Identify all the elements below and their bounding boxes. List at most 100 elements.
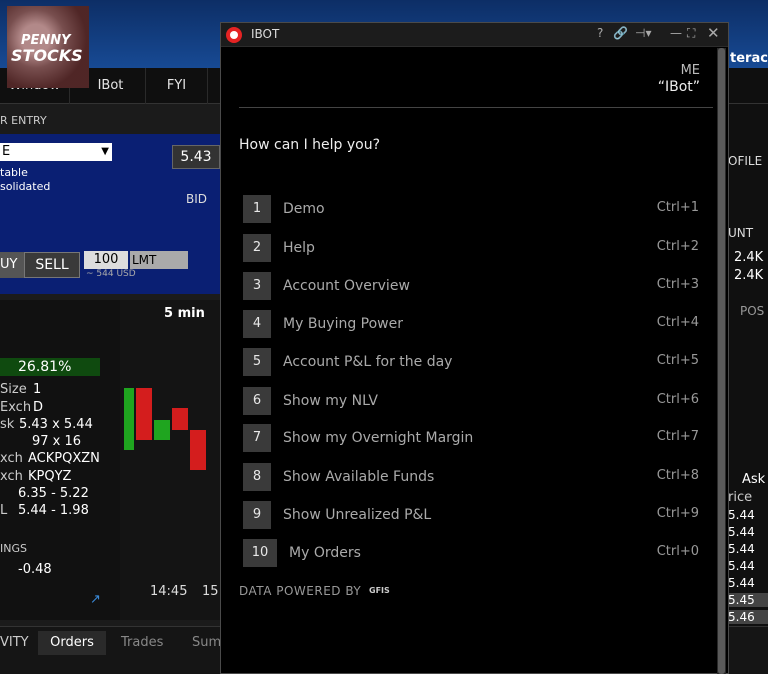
quote-label-ask: sk: [0, 417, 15, 432]
order-type-value: E: [2, 144, 11, 159]
minimize-icon[interactable]: —: [670, 26, 682, 40]
help-icon[interactable]: ?: [597, 26, 603, 40]
sell-button[interactable]: SELL: [24, 252, 80, 278]
quote-panel: 26.81% Size 1 Exch D sk 5.43 x 5.44 97 x…: [0, 300, 120, 620]
ask-header: Ask: [742, 472, 766, 487]
command-number: 3: [243, 272, 271, 300]
quantity-field[interactable]: 100: [84, 251, 128, 269]
quote-value-range: 6.35 - 5.22: [18, 486, 89, 501]
chart-time-2: 15: [202, 584, 219, 599]
ibot-prompt: How can I help you?: [239, 137, 381, 153]
command-number: 2: [243, 234, 271, 262]
command-shortcut: Ctrl+9: [656, 506, 699, 521]
order-type-select[interactable]: E ▼: [0, 143, 112, 161]
quote-value-size: 1: [33, 382, 42, 397]
ibot-logo-icon: [226, 27, 242, 43]
quote-value-ask: 5.43 x 5.44: [19, 417, 93, 432]
quote-value-l: 5.44 - 1.98: [18, 503, 89, 518]
quote-label-l: L: [0, 503, 8, 518]
ibot-window-title: IBOT: [251, 27, 280, 41]
ibot-scrollbar-thumb[interactable]: [718, 48, 725, 674]
share-icon[interactable]: ↗: [90, 592, 101, 607]
candle-red-2: [172, 408, 188, 430]
tab-summary[interactable]: Sum: [192, 631, 221, 655]
buy-button[interactable]: UY: [0, 252, 26, 278]
command-shortcut: Ctrl+0: [656, 544, 699, 559]
command-shortcut: Ctrl+2: [656, 239, 699, 254]
command-shortcut: Ctrl+6: [656, 392, 699, 407]
command-help[interactable]: 2 Help Ctrl+2: [243, 234, 699, 264]
command-number: 6: [243, 387, 271, 415]
ask-price-1: 5.44: [728, 508, 755, 522]
command-number: 7: [243, 424, 271, 452]
command-shortcut: Ctrl+4: [656, 315, 699, 330]
candle-green-1: [124, 388, 134, 450]
quote-value-exch: D: [33, 400, 44, 415]
command-buying-power[interactable]: 4 My Buying Power Ctrl+4: [243, 310, 699, 340]
right-value-1: 2.4K: [734, 250, 764, 265]
ask-price-4: 5.44: [728, 559, 755, 573]
tab-orders[interactable]: Orders: [38, 631, 106, 655]
earnings-label: INGS: [0, 542, 27, 555]
quote-value-size2: 97 x 16: [32, 434, 82, 449]
command-label: Account Overview: [283, 278, 410, 294]
positions-tab[interactable]: POS: [740, 304, 764, 318]
command-number: 10: [243, 539, 277, 567]
command-account-pnl[interactable]: 5 Account P&L for the day Ctrl+5: [243, 348, 699, 378]
close-icon[interactable]: ✕: [707, 24, 720, 42]
command-shortcut: Ctrl+8: [656, 468, 699, 483]
app-title-fragment: teracti: [730, 51, 768, 66]
pin-icon[interactable]: ⊣▾: [635, 26, 651, 40]
chart-interval[interactable]: 5 min: [164, 306, 205, 321]
command-demo[interactable]: 1 Demo Ctrl+1: [243, 195, 699, 225]
command-my-orders[interactable]: 10 My Orders Ctrl+0: [243, 539, 699, 569]
candle-red-1: [136, 388, 152, 440]
command-label: Show my NLV: [283, 393, 378, 409]
command-shortcut: Ctrl+7: [656, 429, 699, 444]
chart-panel: 5 min 14:45 15: [120, 300, 220, 620]
tab-activity[interactable]: VITY: [0, 631, 29, 655]
note-line-1: table: [0, 166, 28, 179]
quote-label-size: Size: [0, 382, 27, 397]
command-number: 4: [243, 310, 271, 338]
right-side-panel: OFILE UNT 2.4K 2.4K POS Ask rice 5.44 5.…: [728, 104, 768, 674]
account-tab[interactable]: UNT: [728, 226, 753, 240]
penny-logo-line-2: STOCKS: [11, 46, 83, 65]
link-icon[interactable]: 🔗: [613, 26, 628, 40]
penny-stocks-logo: PENNY STOCKS: [7, 6, 89, 88]
pct-change: 26.81%: [0, 358, 100, 376]
menu-fyi[interactable]: FYI: [146, 68, 208, 104]
command-number: 1: [243, 195, 271, 223]
command-shortcut: Ctrl+5: [656, 353, 699, 368]
chevron-down-icon: ▼: [101, 146, 109, 157]
right-value-2: 2.4K: [734, 268, 764, 283]
command-number: 9: [243, 501, 271, 529]
tab-trades[interactable]: Trades: [121, 631, 163, 655]
data-powered-by: DATA POWERED BY: [239, 584, 362, 598]
command-show-nlv[interactable]: 6 Show my NLV Ctrl+6: [243, 387, 699, 417]
command-label: Show Unrealized P&L: [283, 507, 432, 523]
quote-value-xch2: KPQYZ: [28, 469, 72, 484]
earnings-value: -0.48: [18, 562, 52, 577]
quote-label-xch1: xch: [0, 451, 23, 466]
chart-time-1: 14:45: [150, 584, 188, 599]
order-kind-select[interactable]: LMT: [130, 251, 188, 269]
maximize-icon[interactable]: ⛶: [687, 26, 695, 41]
command-overnight-margin[interactable]: 7 Show my Overnight Margin Ctrl+7: [243, 424, 699, 454]
profile-tab[interactable]: OFILE: [728, 154, 762, 168]
bid-price-box[interactable]: 5.43: [172, 145, 220, 169]
command-number: 8: [243, 463, 271, 491]
command-account-overview[interactable]: 3 Account Overview Ctrl+3: [243, 272, 699, 302]
command-available-funds[interactable]: 8 Show Available Funds Ctrl+8: [243, 463, 699, 493]
command-label: Account P&L for the day: [283, 354, 453, 370]
quote-value-xch1: ACKPQXZN: [28, 451, 100, 466]
command-label: My Orders: [289, 545, 361, 561]
ask-price-6: 5.45: [728, 593, 768, 607]
gfis-logo: GFIS: [369, 586, 390, 595]
ibot-title-bar[interactable]: IBOT ? 🔗 ⊣▾ — ⛶ ✕: [221, 23, 728, 47]
command-label: Help: [283, 240, 315, 256]
command-label: Show my Overnight Margin: [283, 430, 474, 446]
candle-green-2: [154, 420, 170, 440]
command-label: Show Available Funds: [283, 469, 435, 485]
command-unrealized-pnl[interactable]: 9 Show Unrealized P&L Ctrl+9: [243, 501, 699, 531]
